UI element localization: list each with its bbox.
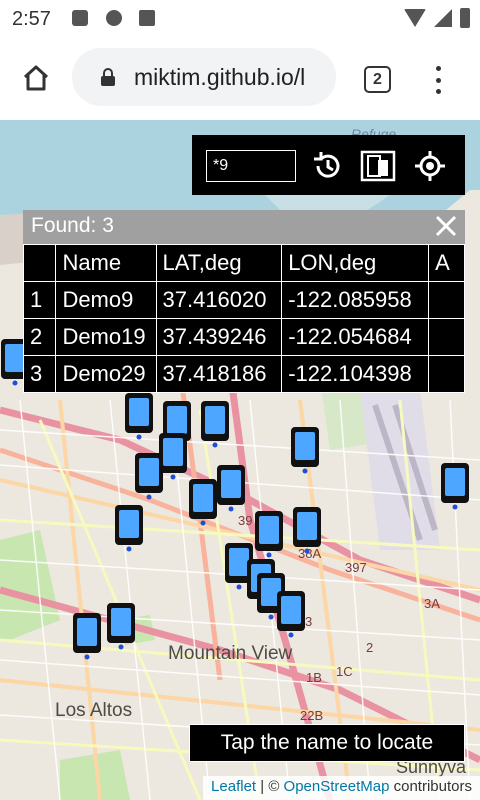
history-icon bbox=[314, 152, 340, 178]
row-name-link[interactable]: Demo19 bbox=[55, 318, 157, 356]
results-header: Found: 3 bbox=[23, 210, 465, 244]
devices-button[interactable] bbox=[360, 148, 396, 184]
overflow-menu-button[interactable] bbox=[430, 64, 446, 96]
row-extra bbox=[428, 318, 465, 356]
phone-marker-icon[interactable] bbox=[216, 464, 246, 512]
status-bar: 2:57 bbox=[0, 0, 480, 38]
attribution-separator: | © bbox=[256, 778, 284, 795]
table-row[interactable]: 1 Demo9 37.416020 -122.085958 bbox=[23, 281, 465, 319]
column-header-a: A bbox=[428, 244, 465, 282]
openstreetmap-link[interactable]: OpenStreetMap bbox=[284, 778, 390, 795]
row-name-link[interactable]: Demo29 bbox=[55, 355, 157, 393]
overflow-menu-icon bbox=[435, 66, 441, 71]
svg-text:1C: 1C bbox=[336, 664, 353, 679]
row-extra bbox=[428, 281, 465, 319]
hint-text: Tap the name to locate bbox=[220, 731, 434, 754]
phone-marker-icon[interactable] bbox=[124, 392, 154, 440]
row-index: 1 bbox=[23, 281, 57, 319]
url-bar[interactable]: miktim.github.io/l bbox=[72, 48, 336, 106]
map-label-mountain-view: Mountain View bbox=[168, 643, 293, 664]
tabs-button[interactable]: 2 bbox=[364, 66, 391, 93]
phone-marker-icon[interactable] bbox=[200, 400, 230, 448]
road-label: 39 bbox=[238, 513, 252, 528]
locate-button[interactable] bbox=[412, 148, 448, 184]
status-time: 2:57 bbox=[12, 8, 51, 30]
locate-hint: Tap the name to locate bbox=[189, 724, 465, 762]
results-panel: Found: 3 Name LAT,deg LON,deg A 1 Demo9 bbox=[23, 210, 465, 394]
attribution-suffix: contributors bbox=[389, 778, 472, 795]
column-header-lat: LAT,deg bbox=[155, 244, 283, 282]
phone-marker-icon[interactable] bbox=[188, 478, 218, 526]
svg-text:22B: 22B bbox=[300, 708, 323, 723]
table-row[interactable]: 3 Demo29 37.418186 -122.104398 bbox=[23, 355, 465, 393]
phone-marker-icon[interactable] bbox=[254, 510, 284, 558]
phone-marker-icon[interactable] bbox=[276, 590, 306, 638]
row-lat: 37.439246 bbox=[155, 318, 283, 356]
phone-marker-icon[interactable] bbox=[440, 462, 470, 510]
row-lat: 37.416020 bbox=[155, 281, 283, 319]
lock-icon bbox=[101, 68, 115, 86]
browser-toolbar: miktim.github.io/l 2 bbox=[0, 38, 480, 120]
row-lon: -122.104398 bbox=[281, 355, 430, 393]
locate-icon bbox=[415, 151, 445, 181]
column-header-name: Name bbox=[55, 244, 157, 282]
map-label-los-altos: Los Altos bbox=[55, 700, 133, 721]
table-row[interactable]: 2 Demo19 37.439246 -122.054684 bbox=[23, 318, 465, 356]
table-header-row: Name LAT,deg LON,deg A bbox=[23, 244, 465, 282]
row-lon: -122.054684 bbox=[281, 318, 430, 356]
map-attribution: Leaflet | © OpenStreetMap contributors bbox=[203, 776, 480, 800]
phone-marker-icon[interactable] bbox=[134, 452, 164, 500]
a-icon bbox=[72, 10, 88, 26]
road-label: 397 bbox=[345, 560, 367, 575]
home-button[interactable] bbox=[18, 60, 54, 96]
phone-marker-icon[interactable] bbox=[106, 602, 136, 650]
tab-count: 2 bbox=[373, 70, 382, 88]
row-name-link[interactable]: Demo9 bbox=[55, 281, 157, 319]
results-count: Found: 3 bbox=[31, 214, 114, 237]
phone-marker-icon[interactable] bbox=[290, 426, 320, 474]
phone-marker-icon[interactable] bbox=[114, 504, 144, 552]
row-index: 2 bbox=[23, 318, 57, 356]
history-button[interactable] bbox=[310, 148, 346, 184]
devices-icon bbox=[360, 150, 396, 182]
phone-marker-icon[interactable] bbox=[72, 612, 102, 660]
signal-icon bbox=[434, 9, 452, 27]
leaflet-link[interactable]: Leaflet bbox=[211, 778, 256, 795]
sd-card-icon bbox=[139, 10, 155, 26]
url-text: miktim.github.io/l bbox=[134, 64, 306, 90]
svg-text:2: 2 bbox=[366, 640, 373, 655]
map[interactable]: 397 39 38A 3A 2 1C 1B 22C 22B 3 Refuge M… bbox=[0, 120, 480, 800]
row-index: 3 bbox=[23, 355, 57, 393]
column-header-lon: LON,deg bbox=[281, 244, 430, 282]
search-input[interactable] bbox=[206, 150, 296, 182]
results-table: Name LAT,deg LON,deg A 1 Demo9 37.416020… bbox=[23, 244, 465, 393]
close-icon[interactable] bbox=[433, 213, 459, 239]
phone-marker-icon[interactable] bbox=[292, 506, 322, 554]
row-lat: 37.418186 bbox=[155, 355, 283, 393]
column-header-index bbox=[23, 244, 57, 282]
row-lon: -122.085958 bbox=[281, 281, 430, 319]
svg-text:3: 3 bbox=[305, 614, 312, 629]
search-panel bbox=[192, 135, 465, 195]
battery-icon bbox=[460, 8, 470, 28]
home-icon bbox=[23, 65, 49, 91]
svg-text:1B: 1B bbox=[306, 670, 322, 685]
row-extra bbox=[428, 355, 465, 393]
svg-text:3A: 3A bbox=[424, 596, 440, 611]
wifi-icon bbox=[404, 9, 426, 27]
p-icon bbox=[106, 10, 122, 26]
